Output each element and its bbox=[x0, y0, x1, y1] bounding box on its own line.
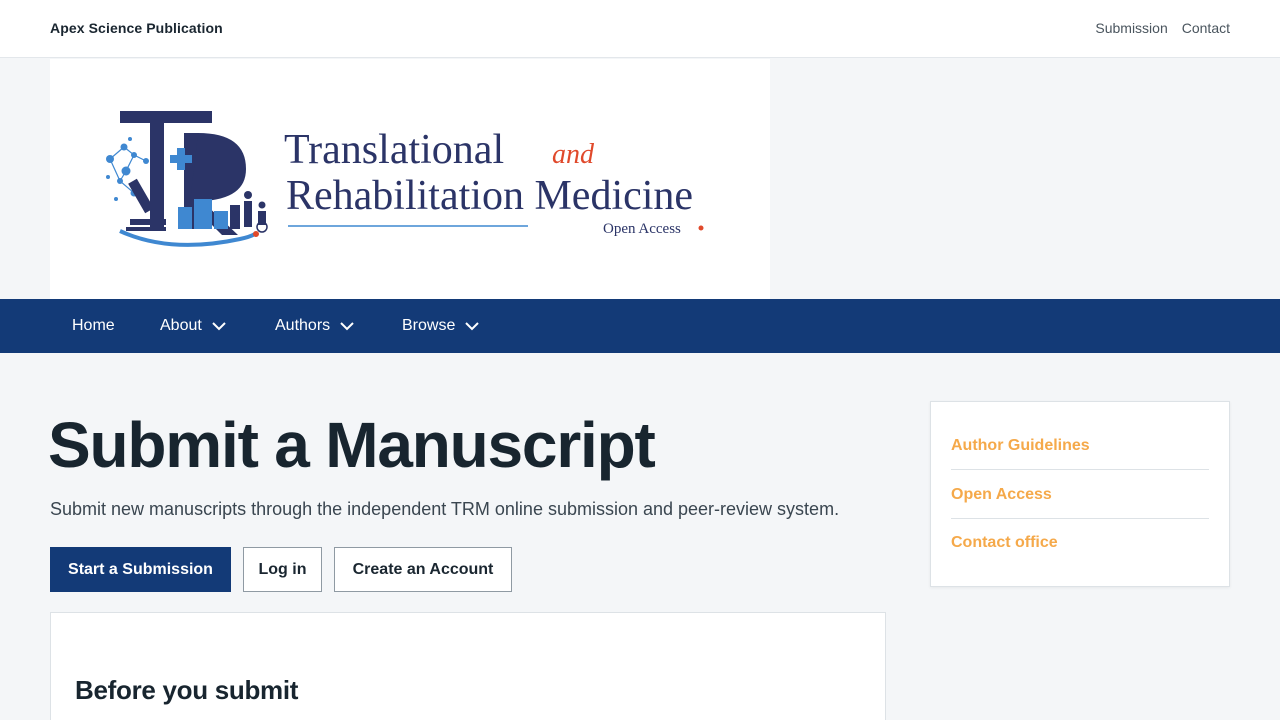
journal-logo: Translational and Rehabilitation Medicin… bbox=[106, 111, 704, 247]
sidebar-link-contact-office[interactable]: Contact office bbox=[951, 519, 1209, 567]
journal-banner[interactable]: Translational and Rehabilitation Medicin… bbox=[50, 59, 770, 299]
chevron-down-icon bbox=[340, 322, 354, 331]
logo-open-access: Open Access bbox=[603, 221, 681, 237]
nav-browse[interactable]: Browse bbox=[402, 299, 480, 353]
top-bar: Apex Science Publication Submission Cont… bbox=[0, 0, 1280, 58]
nav-about[interactable]: About bbox=[160, 299, 226, 353]
intro-text: Submit new manuscripts through the indep… bbox=[50, 499, 840, 519]
people-icon bbox=[244, 191, 268, 233]
nav-home[interactable]: Home bbox=[72, 299, 115, 353]
logo-title-line1: Translational bbox=[284, 127, 504, 173]
card-title: Before you submit bbox=[75, 675, 299, 705]
top-link-contact[interactable]: Contact bbox=[1182, 20, 1230, 36]
sidebar-link-open-access[interactable]: Open Access bbox=[951, 471, 1209, 519]
publisher-name[interactable]: Apex Science Publication bbox=[50, 20, 223, 36]
chevron-down-icon bbox=[212, 322, 226, 331]
top-links: Submission Contact bbox=[1095, 20, 1230, 36]
page-title: Submit a Manuscript bbox=[48, 409, 656, 481]
main-nav: Home About Authors Browse bbox=[0, 299, 1280, 353]
sidebar-links-panel: Author Guidelines Open Access Contact of… bbox=[930, 401, 1230, 587]
nav-home-label: Home bbox=[72, 317, 115, 334]
logo-title-line2: Rehabilitation Medicine bbox=[286, 173, 693, 219]
nav-about-label: About bbox=[160, 317, 202, 334]
nav-browse-label: Browse bbox=[402, 317, 456, 334]
sidebar-link-author-guidelines[interactable]: Author Guidelines bbox=[951, 422, 1209, 470]
nav-authors-label: Authors bbox=[275, 317, 331, 334]
before-submit-card: Before you submit bbox=[50, 612, 886, 720]
top-link-submission[interactable]: Submission bbox=[1095, 20, 1167, 36]
nav-authors[interactable]: Authors bbox=[275, 299, 354, 353]
login-button[interactable]: Log in bbox=[243, 547, 322, 592]
logo-title-and: and bbox=[552, 139, 595, 170]
chevron-down-icon bbox=[465, 322, 480, 331]
start-submission-button[interactable]: Start a Submission bbox=[50, 547, 231, 592]
create-account-button[interactable]: Create an Account bbox=[334, 547, 512, 592]
